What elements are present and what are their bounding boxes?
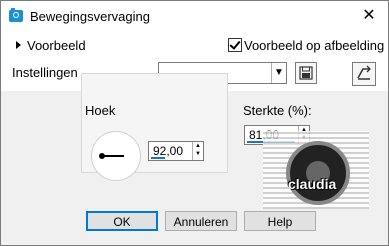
preview-on-image-label[interactable]: Voorbeeld op afbeelding	[244, 38, 384, 53]
angle-spinbox[interactable]: 92,00 ▲ ▼	[148, 141, 204, 161]
close-icon[interactable]: ✕	[357, 5, 381, 27]
strength-label: Sterkte (%):	[243, 103, 312, 118]
chevron-down-icon[interactable]: ▼	[271, 63, 286, 83]
cancel-button[interactable]: Annuleren	[165, 211, 237, 231]
reset-button[interactable]	[352, 62, 376, 86]
floppy-disk-icon	[299, 66, 313, 80]
angle-slider-fill	[151, 157, 165, 159]
help-button[interactable]: Help	[244, 211, 316, 231]
angle-dial[interactable]	[91, 131, 141, 181]
reset-icon	[357, 65, 371, 80]
window-title: Bewegingsvervaging	[30, 9, 150, 24]
watermark-logo	[286, 141, 350, 205]
angle-label: Hoek	[85, 103, 116, 118]
expand-triangle-icon[interactable]	[16, 41, 21, 49]
ok-button[interactable]: OK	[86, 211, 158, 231]
dial-knob	[99, 153, 105, 159]
dialog-window: Bewegingsvervaging ✕ Voorbeeld Voorbeeld…	[0, 0, 389, 246]
spin-arrows-icon[interactable]: ▲▼	[192, 142, 203, 160]
preview-on-image-checkbox[interactable]	[228, 38, 242, 52]
angle-value: 92,00	[153, 144, 184, 158]
settings-label: Instellingen	[12, 65, 78, 80]
watermark-text: claudia	[288, 176, 337, 192]
preview-toggle-label[interactable]: Voorbeeld	[27, 38, 86, 53]
title-bar: Bewegingsvervaging ✕	[1, 1, 388, 31]
save-preset-button[interactable]	[295, 62, 317, 84]
camera-icon	[9, 8, 23, 22]
